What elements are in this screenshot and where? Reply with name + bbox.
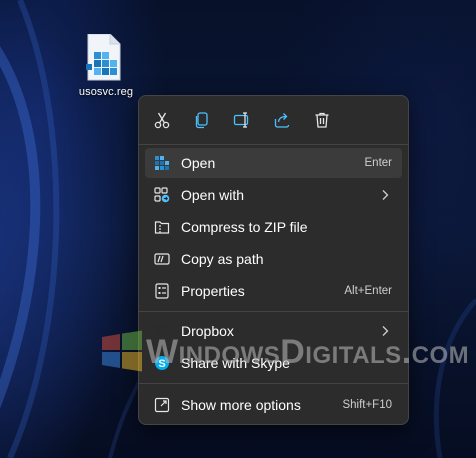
menu-item-label: Show more options bbox=[181, 397, 301, 413]
watermark: WindowsDigitals.com bbox=[100, 325, 476, 381]
registry-file-icon bbox=[86, 34, 121, 81]
show-more-icon bbox=[154, 397, 170, 413]
menu-item-shortcut: Enter bbox=[364, 157, 393, 169]
copy-path-icon bbox=[154, 253, 170, 265]
menu-separator bbox=[139, 383, 408, 384]
properties-icon bbox=[155, 283, 169, 299]
zip-folder-icon bbox=[154, 221, 170, 234]
menu-item-show-more-options[interactable]: Show more options Shift+F10 bbox=[145, 390, 402, 420]
trash-icon bbox=[315, 112, 329, 128]
menu-item-label: Open with bbox=[181, 187, 245, 203]
menu-separator bbox=[139, 311, 408, 312]
menu-item-copy-as-path[interactable]: Copy as path bbox=[145, 244, 402, 274]
open-with-icon bbox=[154, 187, 170, 203]
context-menu-toolbar bbox=[139, 96, 408, 144]
menu-item-compress-zip[interactable]: Compress to ZIP file bbox=[145, 212, 402, 242]
menu-item-shortcut: Alt+Enter bbox=[344, 285, 392, 297]
desktop-file-usosvc[interactable]: usosvc.reg bbox=[74, 34, 136, 104]
menu-item-open-with[interactable]: Open with bbox=[145, 180, 402, 210]
share-icon bbox=[274, 113, 290, 128]
chevron-right-icon bbox=[382, 190, 389, 200]
menu-item-label: Open bbox=[181, 155, 216, 171]
desktop-file-label: usosvc.reg bbox=[78, 86, 134, 98]
delete-button[interactable] bbox=[308, 106, 336, 134]
registry-icon bbox=[155, 156, 169, 170]
share-button[interactable] bbox=[268, 106, 296, 134]
copy-button[interactable] bbox=[188, 106, 216, 134]
menu-item-label: Properties bbox=[181, 283, 245, 299]
menu-item-label: Copy as path bbox=[181, 251, 264, 267]
rename-icon bbox=[233, 112, 249, 128]
menu-item-open[interactable]: Open Enter bbox=[145, 148, 402, 178]
menu-separator bbox=[139, 144, 408, 145]
menu-item-label: Compress to ZIP file bbox=[181, 219, 308, 235]
menu-item-shortcut: Shift+F10 bbox=[342, 399, 392, 411]
watermark-text: WindowsDigitals.com bbox=[146, 333, 470, 371]
cut-button[interactable] bbox=[148, 106, 176, 134]
windows-logo-watermark-icon bbox=[102, 330, 142, 372]
rename-button[interactable] bbox=[228, 106, 256, 134]
menu-item-properties[interactable]: Properties Alt+Enter bbox=[145, 276, 402, 306]
copy-icon bbox=[195, 112, 208, 129]
scissors-icon bbox=[154, 112, 170, 129]
